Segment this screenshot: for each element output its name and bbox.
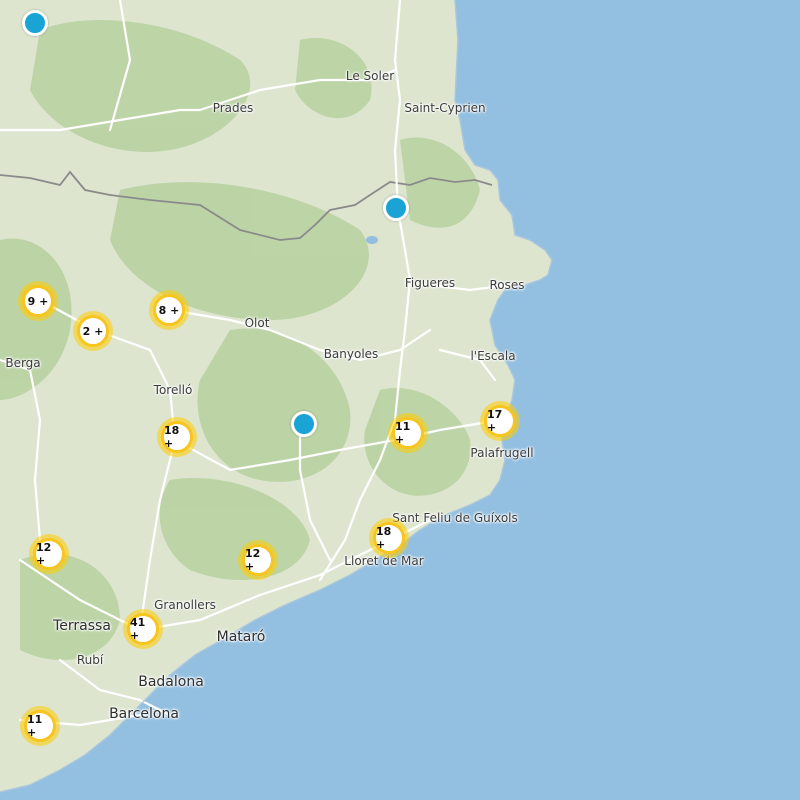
cluster-count: 11 + — [24, 710, 56, 742]
cluster-count: 11 + — [392, 417, 424, 449]
cluster-marker[interactable]: 18 + — [369, 518, 409, 558]
map-base-layer — [0, 0, 553, 793]
cluster-marker[interactable]: 11 + — [388, 413, 428, 453]
cluster-marker[interactable]: 12 + — [29, 534, 69, 574]
cluster-count: 12 + — [33, 538, 65, 570]
map-marker-pin[interactable] — [22, 10, 48, 36]
cluster-count: 2 + — [77, 315, 109, 347]
map-marker-pin[interactable] — [383, 195, 409, 221]
place-label-sant-feliu: Sant Feliu de Guíxols — [392, 511, 518, 525]
place-label-figueres: Figueres — [404, 276, 456, 290]
place-label-banyoles: Banyoles — [323, 347, 379, 361]
place-label-palafrugell: Palafrugell — [470, 446, 534, 460]
place-label-prades: Prades — [212, 101, 254, 115]
cluster-count: 17 + — [484, 405, 516, 437]
map-viewport[interactable]: Le Soler Prades Saint-Cyprien Figueres R… — [0, 0, 800, 800]
cluster-marker[interactable]: 2 + — [73, 311, 113, 351]
cluster-count: 9 + — [22, 285, 54, 317]
place-label-terrassa: Terrassa — [53, 618, 111, 634]
cluster-marker[interactable]: 12 + — [238, 540, 278, 580]
place-label-olot: Olot — [244, 316, 270, 330]
place-label-le-soler: Le Soler — [345, 69, 395, 83]
place-label-berga: Berga — [5, 356, 41, 370]
place-label-torello: Torelló — [153, 383, 193, 397]
cluster-count: 41 + — [127, 613, 159, 645]
cluster-marker[interactable]: 8 + — [149, 290, 189, 330]
place-label-roses: Roses — [489, 278, 525, 292]
cluster-count: 18 + — [373, 522, 405, 554]
cluster-marker[interactable]: 17 + — [480, 401, 520, 441]
place-label-mataro: Mataró — [216, 629, 266, 645]
cluster-marker[interactable]: 11 + — [20, 706, 60, 746]
cluster-marker[interactable]: 18 + — [157, 417, 197, 457]
place-label-badalona: Badalona — [138, 674, 204, 690]
cluster-marker[interactable]: 41 + — [123, 609, 163, 649]
cluster-count: 18 + — [161, 421, 193, 453]
cluster-count: 12 + — [242, 544, 274, 576]
cluster-marker[interactable]: 9 + — [18, 281, 58, 321]
place-label-granollers: Granollers — [154, 598, 216, 612]
place-label-saint-cyprien: Saint-Cyprien — [404, 101, 486, 115]
place-label-lescala: l'Escala — [470, 349, 516, 363]
lake — [366, 236, 378, 244]
cluster-count: 8 + — [153, 294, 185, 326]
place-label-barcelona: Barcelona — [109, 706, 179, 722]
map-marker-pin[interactable] — [291, 411, 317, 437]
place-label-rubi: Rubí — [76, 653, 104, 667]
